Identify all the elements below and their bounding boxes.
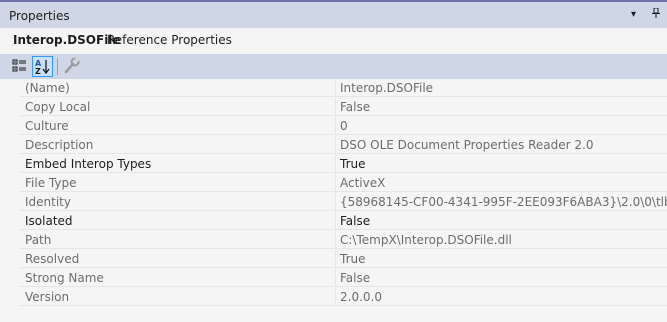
property-value[interactable]: True xyxy=(335,250,667,268)
property-grid: (Name) Interop.DSOFile Copy Local False Cult… xyxy=(0,79,667,307)
property-value[interactable]: False xyxy=(335,269,667,287)
row-gutter xyxy=(0,288,20,307)
wrench-icon xyxy=(64,57,80,74)
property-row[interactable]: Strong Name False xyxy=(0,269,667,288)
row-gutter xyxy=(0,212,20,231)
property-value[interactable]: DSO OLE Document Properties Reader 2.0 xyxy=(335,136,667,154)
properties-title-bar: Properties ▾ xyxy=(0,0,667,28)
property-row[interactable]: File Type ActiveX xyxy=(0,174,667,193)
property-value[interactable]: 2.0.0.0 xyxy=(335,288,667,306)
row-gutter xyxy=(0,79,20,98)
row-gutter xyxy=(0,98,20,117)
categorized-icon xyxy=(12,59,26,72)
object-selector[interactable]: Interop.DSOFile Reference Properties xyxy=(0,28,667,54)
property-row[interactable]: Culture 0 xyxy=(0,117,667,136)
property-name[interactable]: Identity xyxy=(20,193,335,211)
property-name[interactable]: Copy Local xyxy=(20,98,335,116)
close-icon[interactable] xyxy=(651,7,661,21)
property-name[interactable]: Description xyxy=(20,136,335,154)
property-name[interactable]: File Type xyxy=(20,174,335,192)
property-value[interactable]: False xyxy=(335,212,667,230)
property-name[interactable]: Resolved xyxy=(20,250,335,268)
property-row[interactable]: Path C:\TempX\Interop.DSOFile.dll xyxy=(0,231,667,250)
object-type: Reference Properties xyxy=(107,33,232,47)
property-value[interactable]: ActiveX xyxy=(335,174,667,192)
row-gutter xyxy=(0,117,20,136)
row-gutter xyxy=(0,269,20,288)
property-value[interactable]: Interop.DSOFile xyxy=(335,79,667,97)
pin-icon[interactable]: ▾ xyxy=(631,9,636,20)
property-row[interactable]: Isolated False xyxy=(0,212,667,231)
property-row[interactable]: Version 2.0.0.0 xyxy=(0,288,667,307)
property-row[interactable]: (Name) Interop.DSOFile xyxy=(0,79,667,98)
property-name[interactable]: Path xyxy=(20,231,335,249)
property-value[interactable]: True xyxy=(335,155,667,173)
property-row[interactable]: Embed Interop Types True xyxy=(0,155,667,174)
categorized-button[interactable] xyxy=(10,56,31,77)
property-value[interactable]: C:\TempX\Interop.DSOFile.dll xyxy=(335,231,667,249)
property-value[interactable]: 0 xyxy=(335,117,667,135)
panel-title: Properties xyxy=(9,9,70,23)
description-area xyxy=(0,309,667,322)
alphabetical-icon: A Z xyxy=(35,59,50,76)
property-row[interactable]: Description DSO OLE Document Properties R… xyxy=(0,136,667,155)
svg-text:Z: Z xyxy=(35,67,41,76)
row-gutter xyxy=(0,250,20,269)
property-name[interactable]: Version xyxy=(20,288,335,306)
row-gutter xyxy=(0,193,20,212)
property-name[interactable]: (Name) xyxy=(20,79,335,97)
property-name[interactable]: Isolated xyxy=(20,212,335,230)
property-value[interactable]: False xyxy=(335,98,667,116)
property-name[interactable]: Culture xyxy=(20,117,335,135)
properties-toolbar: A Z xyxy=(0,54,667,79)
property-value[interactable]: {58968145-CF00-4341-995F-2EE093F6ABA3}\2… xyxy=(335,193,667,211)
row-gutter xyxy=(0,174,20,193)
property-row[interactable]: Identity {58968145-CF00-4341-995F-2EE093F… xyxy=(0,193,667,212)
row-gutter xyxy=(0,231,20,250)
row-gutter xyxy=(0,136,20,155)
row-gutter xyxy=(0,155,20,174)
property-name[interactable]: Embed Interop Types xyxy=(20,155,335,173)
property-row[interactable]: Copy Local False xyxy=(0,98,667,117)
object-name: Interop.DSOFile xyxy=(13,33,121,47)
property-row[interactable]: Resolved True xyxy=(0,250,667,269)
toolbar-separator xyxy=(57,58,58,75)
property-name[interactable]: Strong Name xyxy=(20,269,335,287)
property-pages-button[interactable] xyxy=(62,56,83,77)
alphabetical-button[interactable]: A Z xyxy=(32,56,53,77)
